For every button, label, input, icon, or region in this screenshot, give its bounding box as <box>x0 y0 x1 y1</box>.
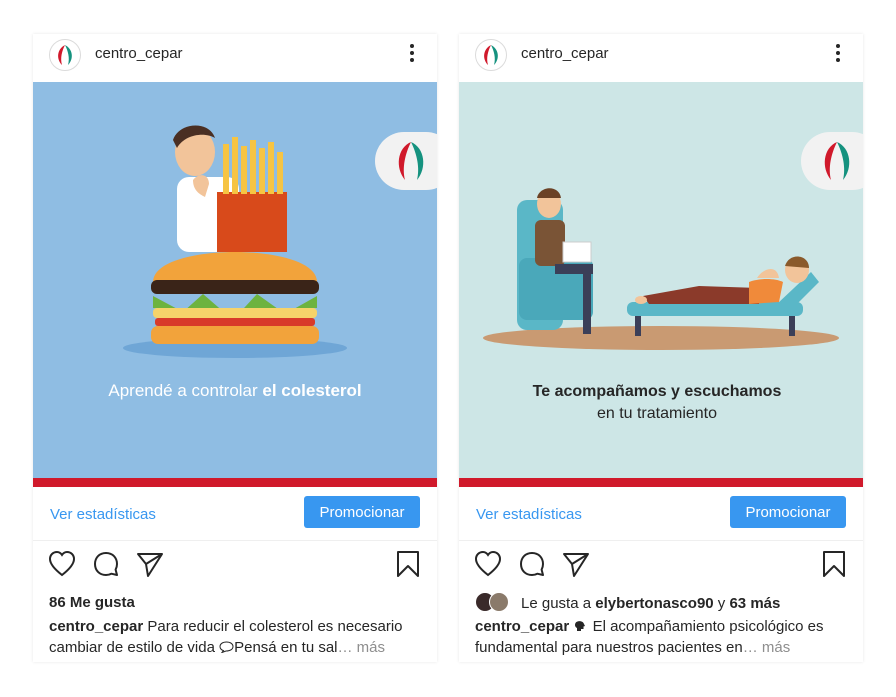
insights-bar: Ver estadísticas Promocionar <box>459 487 863 541</box>
image-caption-line1: Te acompañamos y escuchamos <box>533 383 782 400</box>
post-caption: centro_cepar El acompañamiento psicológi… <box>475 616 850 658</box>
speech-bubble-icon <box>219 641 234 653</box>
image-caption-line2: en tu tratamiento <box>597 405 717 422</box>
insights-bar: Ver estadísticas Promocionar <box>33 487 437 541</box>
head-silhouette-icon <box>575 621 586 631</box>
promote-button[interactable]: Promocionar <box>730 496 846 528</box>
cholesterol-illustration: Aprendé a controlar el colesterol <box>33 82 437 478</box>
bookmark-icon[interactable] <box>819 549 849 579</box>
post-card-cholesterol: centro_cepar Aprendé a controlar el cole… <box>33 34 437 662</box>
post-header: centro_cepar <box>33 34 437 82</box>
avatar[interactable] <box>475 39 507 71</box>
comment-icon[interactable] <box>517 549 547 579</box>
likes-count[interactable]: 63 más <box>729 595 780 612</box>
post-image[interactable]: Te acompañamos y escuchamos en tu tratam… <box>459 82 863 478</box>
comment-icon[interactable] <box>91 549 121 579</box>
liker-avatars <box>475 592 515 612</box>
liker-username[interactable]: elybertonasco90 <box>595 595 713 612</box>
bookmark-icon[interactable] <box>393 549 423 579</box>
like-count[interactable]: 86 Me gusta <box>49 594 135 611</box>
post-username[interactable]: centro_cepar <box>521 45 609 62</box>
caption-more-link[interactable]: … más <box>338 639 386 656</box>
liked-by-line[interactable]: Le gusta a elybertonasco90 y 63 más <box>475 592 780 614</box>
brand-stripe <box>33 478 437 487</box>
image-caption-normal: Aprendé a controlar <box>108 381 262 400</box>
cepar-logo-icon <box>58 45 72 65</box>
heart-icon[interactable] <box>47 549 77 579</box>
avatar[interactable] <box>49 39 81 71</box>
image-caption-bold: el colesterol <box>262 381 361 400</box>
likes-mid: y <box>713 594 730 612</box>
caption-username[interactable]: centro_cepar <box>475 618 569 635</box>
post-username[interactable]: centro_cepar <box>95 45 183 62</box>
cepar-logo-icon <box>484 45 498 65</box>
post-image[interactable]: Aprendé a controlar el colesterol <box>33 82 437 478</box>
share-icon[interactable] <box>135 549 165 579</box>
more-vertical-icon[interactable] <box>409 44 415 66</box>
svg-text:Aprendé a controlar el coleste: Aprendé a controlar el colesterol <box>108 381 361 400</box>
heart-icon[interactable] <box>473 549 503 579</box>
avatar <box>489 592 509 612</box>
promote-button[interactable]: Promocionar <box>304 496 420 528</box>
caption-username[interactable]: centro_cepar <box>49 618 143 635</box>
caption-more-link[interactable]: … más <box>743 639 791 656</box>
caption-text-2: Pensá en tu sal <box>234 639 338 656</box>
therapy-illustration: Te acompañamos y escuchamos en tu tratam… <box>459 82 863 478</box>
view-insights-link[interactable]: Ver estadísticas <box>476 506 582 523</box>
post-header: centro_cepar <box>459 34 863 82</box>
action-bar <box>33 549 437 581</box>
more-vertical-icon[interactable] <box>835 44 841 66</box>
post-caption: centro_cepar Para reducir el colesterol … <box>49 616 424 658</box>
post-card-therapy: centro_cepar Te acompañamos y escuchamos… <box>459 34 863 662</box>
share-icon[interactable] <box>561 549 591 579</box>
likes-prefix: Le gusta a <box>521 594 596 612</box>
brand-stripe <box>459 478 863 487</box>
action-bar <box>459 549 863 581</box>
view-insights-link[interactable]: Ver estadísticas <box>50 506 156 523</box>
